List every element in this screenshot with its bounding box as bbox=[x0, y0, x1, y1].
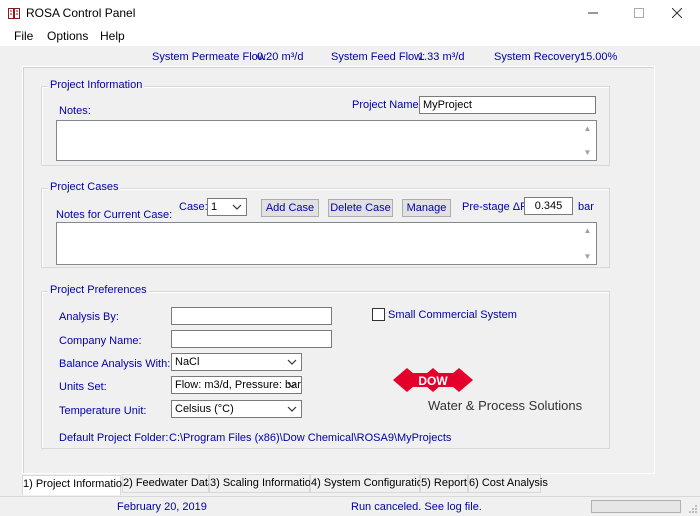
units-set-value: Flow: m3/d, Pressure: bar bbox=[175, 379, 301, 391]
menu-help[interactable]: Help bbox=[100, 29, 125, 43]
resize-grip-icon[interactable] bbox=[688, 504, 698, 514]
prestage-dp-unit: bar bbox=[578, 201, 594, 213]
project-preferences-title: Project Preferences bbox=[48, 284, 149, 296]
analysis-by-label: Analysis By: bbox=[59, 311, 119, 323]
chevron-down-icon bbox=[287, 359, 297, 365]
tab-scaling-information[interactable]: 3) Scaling Information bbox=[209, 474, 317, 493]
status-date: February 20, 2019 bbox=[117, 501, 207, 513]
units-set-label: Units Set: bbox=[59, 381, 107, 393]
prestage-dp-label: Pre-stage ΔP: bbox=[462, 201, 531, 213]
tab-cost-analysis[interactable]: 6) Cost Analysis bbox=[468, 474, 548, 493]
project-cases-group: Project Cases Case: 1 Add Case Delete Ca… bbox=[41, 181, 610, 268]
project-name-input[interactable]: MyProject bbox=[419, 96, 596, 114]
permeate-flow-label: System Permeate Flow: bbox=[152, 51, 269, 63]
balance-analysis-value: NaCl bbox=[175, 356, 200, 368]
brand-tagline: Water & Process Solutions bbox=[428, 398, 583, 413]
analysis-by-input[interactable] bbox=[171, 307, 332, 325]
units-set-select[interactable]: Flow: m3/d, Pressure: bar bbox=[171, 376, 302, 394]
status-progress-panel bbox=[591, 500, 681, 513]
scroll-up-icon[interactable]: ▲ bbox=[583, 124, 592, 133]
balance-analysis-label: Balance Analysis With: bbox=[59, 358, 171, 370]
main-panel: Project Information Notes: Project Name:… bbox=[22, 66, 655, 474]
temperature-unit-label: Temperature Unit: bbox=[59, 405, 147, 417]
project-cases-title: Project Cases bbox=[48, 181, 121, 193]
window-title: ROSA Control Panel bbox=[26, 6, 136, 20]
tab-report[interactable]: 5) Report bbox=[420, 474, 468, 493]
case-notes-scrollbar[interactable]: ▲ ▼ bbox=[579, 223, 596, 264]
tab-feedwater-data[interactable]: 2) Feedwater Data bbox=[122, 474, 214, 493]
company-name-label: Company Name: bbox=[59, 335, 142, 347]
tab-system-configuration[interactable]: 4) System Configuration bbox=[310, 474, 429, 493]
permeate-flow-value: 0.20 m³/d bbox=[257, 51, 304, 63]
default-folder-path[interactable]: C:\Program Files (x86)\Dow Chemical\ROSA… bbox=[169, 432, 451, 444]
recovery-value: 15.00% bbox=[580, 51, 618, 63]
title-bar: ROSA Control Panel bbox=[0, 0, 700, 26]
project-info-title: Project Information bbox=[48, 79, 145, 91]
small-commercial-checkbox[interactable] bbox=[372, 308, 385, 321]
maximize-icon bbox=[634, 8, 644, 18]
feed-flow-label: System Feed Flow: bbox=[331, 51, 426, 63]
logo-text: DOW bbox=[418, 374, 448, 388]
default-folder-label: Default Project Folder: bbox=[59, 432, 169, 444]
close-icon bbox=[672, 8, 682, 18]
case-notes-textarea[interactable]: ▲ ▼ bbox=[56, 222, 597, 265]
notes-scrollbar[interactable]: ▲ ▼ bbox=[579, 121, 596, 160]
system-summary: System Permeate Flow: 0.20 m³/d System F… bbox=[0, 46, 700, 66]
temperature-unit-select[interactable]: Celsius (°C) bbox=[171, 400, 302, 418]
case-label: Case: bbox=[179, 201, 208, 213]
add-case-button[interactable]: Add Case bbox=[261, 199, 319, 217]
close-button[interactable] bbox=[654, 0, 700, 26]
recovery-label: System Recovery: bbox=[494, 51, 584, 63]
minimize-icon bbox=[588, 12, 598, 14]
temperature-unit-value: Celsius (°C) bbox=[175, 403, 234, 415]
case-select[interactable]: 1 bbox=[207, 198, 247, 216]
manage-button[interactable]: Manage bbox=[402, 199, 451, 217]
chevron-down-icon bbox=[287, 382, 297, 388]
minimize-button[interactable] bbox=[570, 0, 616, 26]
small-commercial-label[interactable]: Small Commercial System bbox=[388, 309, 517, 321]
menu-file[interactable]: File bbox=[14, 29, 33, 43]
company-name-input[interactable] bbox=[171, 330, 332, 348]
feed-flow-value: 1.33 m³/d bbox=[418, 51, 465, 63]
tab-project-information[interactable]: 1) Project Information bbox=[22, 475, 128, 495]
chevron-down-icon bbox=[287, 406, 297, 412]
menu-bar: File Options Help bbox=[0, 26, 700, 46]
notes-label: Notes: bbox=[59, 105, 91, 117]
project-info-group: Project Information Notes: Project Name:… bbox=[41, 79, 610, 166]
project-name-label: Project Name: bbox=[352, 99, 422, 111]
project-notes-textarea[interactable]: ▲ ▼ bbox=[56, 120, 597, 161]
case-select-value: 1 bbox=[211, 201, 218, 213]
case-notes-label: Notes for Current Case: bbox=[56, 209, 173, 221]
status-message: Run canceled. See log file. bbox=[351, 501, 482, 513]
app-icon bbox=[8, 8, 20, 19]
project-preferences-group: Project Preferences Analysis By: Company… bbox=[41, 284, 610, 449]
dow-diamond-logo: DOW bbox=[393, 368, 473, 392]
prestage-dp-input[interactable]: 0.345 bbox=[524, 197, 573, 215]
menu-options[interactable]: Options bbox=[47, 29, 88, 43]
delete-case-button[interactable]: Delete Case bbox=[328, 199, 393, 217]
scroll-up-icon[interactable]: ▲ bbox=[583, 226, 592, 235]
chevron-down-icon bbox=[232, 204, 242, 210]
status-bar: February 20, 2019 Run canceled. See log … bbox=[0, 496, 700, 516]
scroll-down-icon[interactable]: ▼ bbox=[583, 148, 592, 157]
balance-analysis-select[interactable]: NaCl bbox=[171, 353, 302, 371]
scroll-down-icon[interactable]: ▼ bbox=[583, 252, 592, 261]
